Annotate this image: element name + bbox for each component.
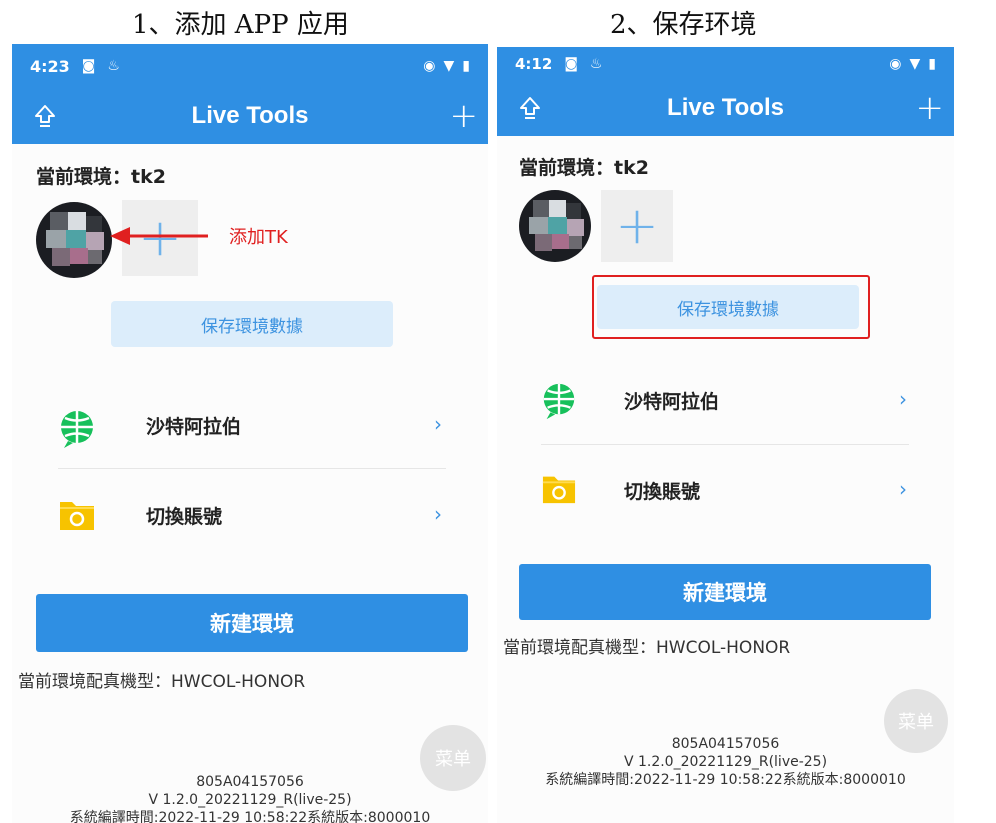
wifi-status-icon: ▼ bbox=[443, 58, 455, 74]
wifi-status-icon: ▼ bbox=[909, 55, 921, 72]
app-title: Live Tools bbox=[191, 102, 309, 129]
chevron-right-icon: › bbox=[899, 477, 907, 501]
list-item-label: 切換賬號 bbox=[146, 506, 223, 528]
cast-status-icon: ♨ bbox=[589, 55, 603, 72]
globe-icon bbox=[543, 383, 575, 420]
current-env-label: 當前環境：tk2 bbox=[36, 166, 166, 188]
list-item-label: 沙特阿拉伯 bbox=[624, 391, 720, 413]
app-title: Live Tools bbox=[667, 94, 784, 121]
battery-status-icon: ▮ bbox=[462, 58, 470, 74]
folder-icon bbox=[542, 476, 576, 504]
plus-icon[interactable]: + bbox=[450, 99, 479, 133]
globe-icon bbox=[61, 411, 93, 448]
status-time: 4:12 bbox=[515, 54, 553, 73]
build-info-text: 系統編譯時間:2022-11-29 10:58:22系統版本:8000010 bbox=[69, 810, 431, 823]
folder-icon bbox=[60, 502, 94, 530]
device-id-text: 805A04157056 bbox=[671, 736, 780, 752]
divider bbox=[541, 444, 909, 445]
build-info-text: 系統編譯時間:2022-11-29 10:58:22系統版本:8000010 bbox=[545, 772, 906, 788]
divider bbox=[58, 468, 446, 469]
step1-caption: 1、添加 APP 应用 bbox=[132, 10, 349, 40]
save-env-button[interactable]: 保存環境數據 bbox=[597, 285, 859, 329]
list-item-account[interactable]: 切換賬號 › bbox=[497, 451, 954, 527]
list-item-account[interactable]: 切換賬號 › bbox=[12, 480, 488, 556]
device-id-text: 805A04157056 bbox=[196, 774, 304, 790]
device-model-text: 當前環境配真機型：HWCOL-HONOR bbox=[18, 672, 306, 692]
status-bar: 4:12 ◙ ♨ ◉ ▼ ▮ bbox=[497, 47, 954, 80]
version-text: V 1.2.0_20221129_R(live-25) bbox=[148, 792, 352, 808]
list-item-region[interactable]: 沙特阿拉伯 › bbox=[497, 365, 954, 441]
step2-caption: 2、保存环境 bbox=[610, 10, 757, 40]
cast-status-icon: ♨ bbox=[107, 58, 120, 74]
list-item-label: 沙特阿拉伯 bbox=[146, 416, 242, 438]
save-env-button[interactable]: 保存環境數據 bbox=[111, 301, 393, 347]
shield-status-icon: ◙ bbox=[81, 58, 96, 74]
chevron-right-icon: › bbox=[899, 387, 907, 411]
app-bar: Live Tools + bbox=[497, 80, 954, 136]
phone-screen-step1: 4:23 ◙ ♨ ◉ ▼ ▮ Live Tools + 當前環境：tk2 + 添… bbox=[12, 44, 488, 823]
vibrate-status-icon: ◉ bbox=[889, 55, 902, 72]
shield-status-icon: ◙ bbox=[564, 55, 578, 72]
status-time: 4:23 bbox=[30, 56, 70, 76]
upload-arrow-icon[interactable] bbox=[34, 104, 56, 128]
list-item-region[interactable]: 沙特阿拉伯 › bbox=[12, 394, 488, 470]
footer-info: 805A04157056 V 1.2.0_20221129_R(live-25)… bbox=[497, 735, 954, 789]
version-text: V 1.2.0_20221129_R(live-25) bbox=[623, 754, 828, 770]
app-avatar-tk[interactable] bbox=[519, 190, 591, 262]
add-app-button[interactable]: + bbox=[601, 190, 673, 262]
new-env-button[interactable]: 新建環境 bbox=[519, 564, 931, 620]
list-item-label: 切換賬號 bbox=[624, 481, 701, 503]
plus-icon[interactable]: + bbox=[916, 91, 945, 125]
app-avatar-tk[interactable] bbox=[36, 202, 112, 278]
status-bar: 4:23 ◙ ♨ ◉ ▼ ▮ bbox=[12, 44, 488, 88]
phone-screen-step2: 4:12 ◙ ♨ ◉ ▼ ▮ Live Tools + 當前環境：tk2 + 保… bbox=[497, 47, 954, 823]
current-env-label: 當前環境：tk2 bbox=[519, 157, 649, 179]
battery-status-icon: ▮ bbox=[928, 55, 936, 72]
vibrate-status-icon: ◉ bbox=[423, 58, 436, 74]
app-bar: Live Tools + bbox=[12, 88, 488, 144]
chevron-right-icon: › bbox=[434, 502, 442, 526]
chevron-right-icon: › bbox=[434, 412, 442, 436]
upload-arrow-icon[interactable] bbox=[519, 96, 541, 120]
annotation-add-tk: 添加TK bbox=[229, 227, 288, 248]
new-env-button[interactable]: 新建環境 bbox=[36, 594, 468, 652]
annotation-arrow-icon bbox=[110, 227, 208, 245]
device-model-text: 當前環境配真機型：HWCOL-HONOR bbox=[503, 638, 791, 658]
footer-info: 805A04157056 V 1.2.0_20221129_R(live-25)… bbox=[12, 773, 488, 823]
